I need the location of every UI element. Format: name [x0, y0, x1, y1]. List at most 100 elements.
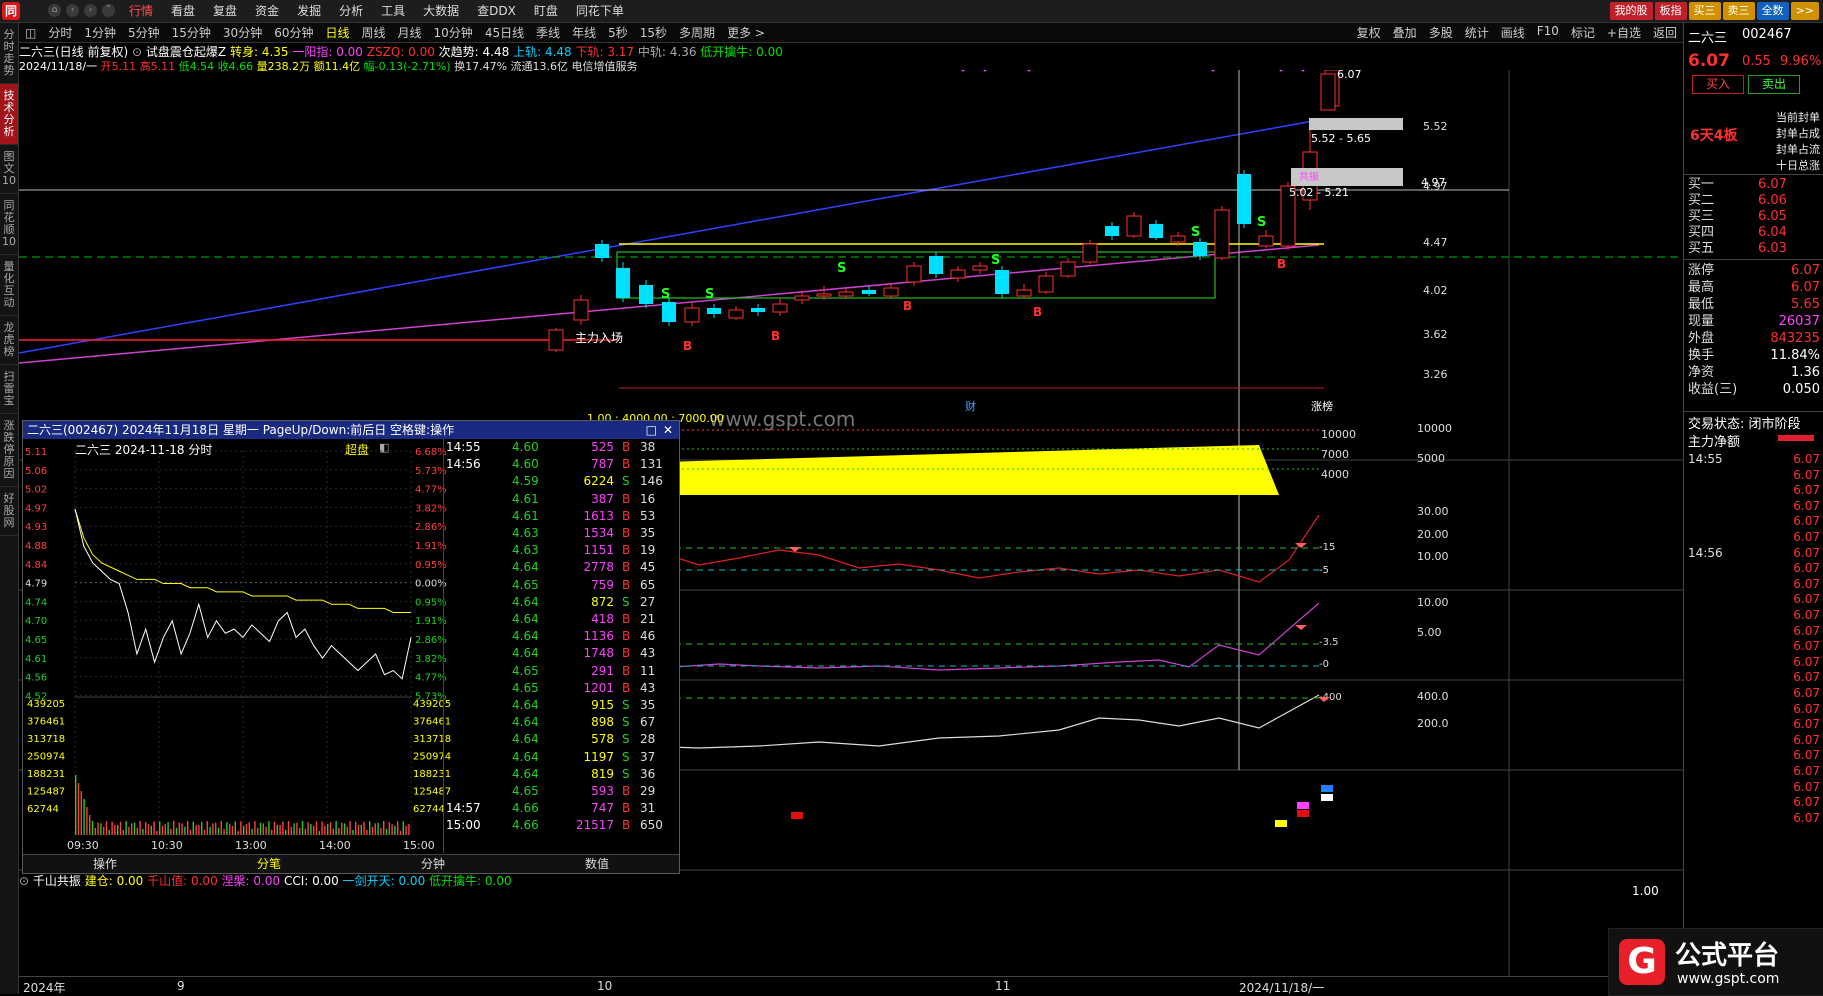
- tick-volume: 1534: [583, 526, 614, 540]
- time-axis-label: 10: [597, 979, 613, 993]
- left-tab[interactable]: 扫雷宝: [0, 365, 18, 414]
- period-tab[interactable]: 周线: [356, 24, 392, 41]
- menu-item[interactable]: 看盘: [162, 0, 204, 22]
- period-tab[interactable]: 日线: [319, 24, 355, 41]
- bid-row[interactable]: 买三 6.05: [1688, 208, 1820, 225]
- tick-time: 14:57: [446, 801, 481, 816]
- popup-pct-label: 3.82%: [415, 503, 447, 514]
- left-tab[interactable]: 分时走势: [0, 23, 18, 84]
- back-icon[interactable]: ‹: [66, 4, 79, 17]
- intraday-popup[interactable]: 二六三(002467) 2024年11月18日 星期一 PageUp/Down:…: [22, 420, 680, 874]
- formula-name[interactable]: 试盘震仓起爆Z: [146, 45, 226, 59]
- menu-item[interactable]: 查DDX: [468, 0, 525, 22]
- maximize-icon[interactable]: □: [646, 421, 657, 439]
- axis-label: 10.00: [1417, 596, 1449, 609]
- toolbar-button[interactable]: 复权: [1351, 24, 1387, 41]
- tick-bs: B: [622, 818, 631, 833]
- menu-item[interactable]: 资金: [246, 0, 288, 22]
- tick-volume: 387: [591, 491, 614, 506]
- left-tab[interactable]: 好股网: [0, 487, 18, 536]
- period-tab[interactable]: 1分钟: [78, 24, 122, 41]
- bid-row[interactable]: 买四 6.04: [1688, 224, 1820, 241]
- popup-volume-bar: [388, 822, 390, 835]
- period-tab[interactable]: 60分钟: [268, 24, 319, 41]
- period-tab[interactable]: 10分钟: [428, 24, 479, 41]
- menu-item[interactable]: 复盘: [204, 0, 246, 22]
- period-tab[interactable]: 5秒: [602, 24, 634, 41]
- tick-time: [1688, 638, 1744, 655]
- popup-price-label: 4.84: [25, 560, 47, 571]
- home-icon[interactable]: ⌂: [48, 4, 61, 17]
- period-tab[interactable]: 分时: [42, 24, 78, 41]
- period-tab[interactable]: 更多 >: [721, 24, 771, 41]
- left-tab[interactable]: 量化互动: [0, 255, 18, 316]
- buy-button[interactable]: 买入: [1692, 75, 1744, 94]
- tick-time: 14:56: [446, 457, 481, 472]
- tick-count: 28: [640, 732, 656, 747]
- period-tab[interactable]: 15秒: [634, 24, 673, 41]
- formula-icon[interactable]: ⊙: [132, 45, 142, 59]
- bottom-indicator-name[interactable]: 千山共振: [33, 874, 81, 888]
- toolbar-button[interactable]: 返回: [1647, 24, 1683, 41]
- popup-price-label: 4.56: [25, 673, 47, 684]
- period-tab[interactable]: 月线: [392, 24, 428, 41]
- candle-body: [1258, 235, 1274, 247]
- app-logo[interactable]: 同: [2, 2, 20, 20]
- top-right-button[interactable]: 我的股: [1609, 2, 1653, 20]
- popup-volume-bar: [91, 821, 94, 835]
- tick-volume: 915: [591, 698, 614, 712]
- left-tab[interactable]: 同花顺10: [0, 194, 18, 255]
- bid-row[interactable]: 买五 6.03: [1688, 240, 1820, 257]
- period-tab[interactable]: 30分钟: [217, 24, 268, 41]
- period-tab[interactable]: 15分钟: [166, 24, 217, 41]
- tick-bs: B: [622, 526, 631, 540]
- close-icon[interactable]: ✕: [663, 421, 673, 439]
- stat-value: 6.07: [1791, 263, 1820, 278]
- popup-title[interactable]: 二六三(002467) 2024年11月18日 星期一 PageUp/Down:…: [23, 421, 679, 439]
- bid-price: 6.04: [1758, 225, 1787, 240]
- popup-price-label: 4.79: [25, 579, 47, 590]
- menu-item[interactable]: 盯盘: [525, 0, 567, 22]
- intraday-chart[interactable]: 5.11 6.68% 5.06 5.73% 5.02 4.77% 4.97 3.82% 4.93…: [23, 439, 463, 853]
- toolbar-button[interactable]: 多股: [1423, 24, 1459, 41]
- toolbar-button[interactable]: +自选: [1601, 24, 1647, 41]
- panel-toggle-icon[interactable]: ◫: [19, 26, 42, 40]
- popup-volume-bar: [329, 822, 332, 835]
- toolbar-button[interactable]: 标记: [1565, 24, 1601, 41]
- sell-button[interactable]: 卖出: [1748, 75, 1800, 94]
- left-tab[interactable]: 技术分析: [0, 84, 18, 145]
- left-tab[interactable]: 图文10: [0, 145, 18, 194]
- dropdown-icon[interactable]: ˅: [102, 4, 115, 17]
- menu-item[interactable]: 行情: [120, 0, 162, 22]
- period-tab[interactable]: 年线: [566, 24, 602, 41]
- left-tab[interactable]: 龙虎榜: [0, 316, 18, 365]
- period-tab[interactable]: 5分钟: [122, 24, 166, 41]
- top-right-button[interactable]: 买三: [1688, 2, 1721, 20]
- popup-tab[interactable]: 操作: [23, 855, 187, 873]
- popup-tab[interactable]: 分钟: [351, 855, 515, 873]
- top-right-button[interactable]: 板指: [1654, 2, 1687, 20]
- bid-row[interactable]: 买二 6.06: [1688, 192, 1820, 209]
- forward-icon[interactable]: ›: [84, 4, 97, 17]
- toolbar-button[interactable]: 统计: [1459, 24, 1495, 41]
- menu-item[interactable]: 同花下单: [567, 0, 633, 22]
- popup-tab[interactable]: 数值: [515, 855, 679, 873]
- popup-tab[interactable]: 分笔: [187, 855, 351, 873]
- menu-item[interactable]: 发掘: [288, 0, 330, 22]
- left-tab[interactable]: 涨跌停原因: [0, 414, 18, 487]
- period-tab[interactable]: 季线: [530, 24, 566, 41]
- bid-row[interactable]: 买一 6.07: [1688, 176, 1820, 193]
- popup-volume-bar: [209, 826, 211, 835]
- top-right-button[interactable]: 卖三: [1722, 2, 1755, 20]
- menu-item[interactable]: 大数据: [414, 0, 468, 22]
- top-right-button[interactable]: >>: [1790, 2, 1819, 20]
- toolbar-button[interactable]: 画线: [1495, 24, 1531, 41]
- menu-item[interactable]: 分析: [330, 0, 372, 22]
- period-tab[interactable]: 多周期: [673, 24, 721, 41]
- toolbar-button[interactable]: F10: [1531, 24, 1565, 41]
- indicator-toggle-icon[interactable]: ⊙: [19, 874, 29, 888]
- top-right-button[interactable]: 全数: [1756, 2, 1789, 20]
- menu-item[interactable]: 工具: [372, 0, 414, 22]
- period-tab[interactable]: 45日线: [479, 24, 530, 41]
- toolbar-button[interactable]: 叠加: [1387, 24, 1423, 41]
